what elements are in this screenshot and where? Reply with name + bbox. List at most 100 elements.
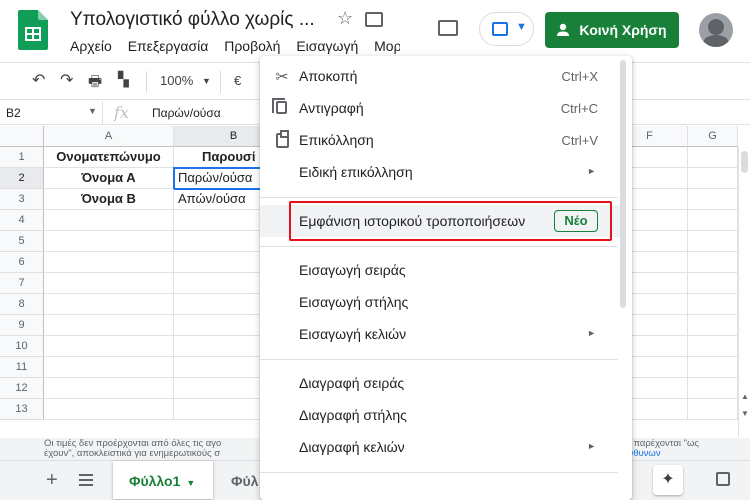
grid-cell[interactable] [688,168,738,189]
row-header-4[interactable]: 4 [0,210,44,231]
currency-format-button[interactable]: € [234,73,241,88]
grid-cell[interactable] [44,378,174,399]
column-header-g[interactable]: G [688,126,738,147]
context-menu: ✂ Αποκοπή Ctrl+X Αντιγραφή Ctrl+C Επικόλ… [260,56,632,500]
grid-cell[interactable] [688,273,738,294]
menu-item-delete-row[interactable]: Διαγραφή σειράς [260,367,620,399]
toolbar-divider [220,71,221,93]
scroll-down-icon[interactable]: ▼ [741,409,749,418]
cell-a3[interactable]: Όνομα Β [44,189,174,210]
cell-b2[interactable]: Παρών/ούσα [173,167,265,190]
cell-a2[interactable]: Όνομα Α [44,168,174,189]
row-header-10[interactable]: 10 [0,336,44,357]
grid-cell[interactable] [688,147,738,168]
print-icon[interactable]: 🖶 [88,71,102,96]
menu-view[interactable]: Προβολή [224,38,280,54]
zoom-chevron-down-icon[interactable]: ▼ [202,76,211,86]
grid-cell[interactable] [688,294,738,315]
chevron-down-icon[interactable]: ▼ [186,478,195,488]
present-button[interactable]: ▼ [479,12,534,46]
grid-cell[interactable] [44,210,174,231]
document-title[interactable]: Υπολογιστικό φύλλο χωρίς ... [70,9,315,31]
cell-b3[interactable]: Απών/ούσα [174,189,264,210]
menu-edit[interactable]: Επεξεργασία [128,38,209,54]
scroll-up-icon[interactable]: ▲ [741,392,749,401]
grid-cell[interactable] [44,315,174,336]
grid-cell[interactable] [688,357,738,378]
scrollbar-thumb[interactable] [741,151,748,173]
grid-cell[interactable] [688,210,738,231]
submenu-arrow-icon: ► [587,441,596,451]
grid-cell[interactable] [688,315,738,336]
undo-icon[interactable]: ↶ [32,70,45,90]
menu-item-cut-label: Αποκοπή [299,68,358,84]
comment-history-icon[interactable] [438,20,458,36]
name-box[interactable]: B2 [6,106,21,120]
row-header-11[interactable]: 11 [0,357,44,378]
row-header-13[interactable]: 13 [0,399,44,420]
tab-sheet1-label: Φύλλο1 [129,473,181,489]
menu-item-copy[interactable]: Αντιγραφή Ctrl+C [260,92,620,124]
row-header-3[interactable]: 3 [0,189,44,210]
grid-cell[interactable] [688,189,738,210]
row-header-9[interactable]: 9 [0,315,44,336]
formula-input[interactable]: Παρών/ούσα [152,106,221,120]
explore-icon[interactable]: ✦ [653,465,683,495]
redo-icon[interactable]: ↷ [60,70,73,90]
grid-cell[interactable] [44,273,174,294]
row-header-7[interactable]: 7 [0,273,44,294]
menu-item-cut[interactable]: ✂ Αποκοπή Ctrl+X [260,60,620,92]
menu-scrollbar[interactable] [620,60,626,308]
share-button[interactable]: Κοινή Χρήση [545,12,679,48]
row-header-12[interactable]: 12 [0,378,44,399]
grid-cell[interactable] [688,231,738,252]
grid-cell[interactable] [688,399,738,420]
side-panel-toggle-icon[interactable] [716,472,730,486]
tab-sheet1[interactable]: Φύλλο1 ▼ [113,461,213,499]
star-icon[interactable]: ☆ [337,8,353,29]
row-header-5[interactable]: 5 [0,231,44,252]
menu-item-copy-label: Αντιγραφή [299,100,364,116]
menu-item-insert-row[interactable]: Εισαγωγή σειράς [260,254,620,286]
grid-cell[interactable] [688,378,738,399]
grid-cell[interactable] [44,231,174,252]
paint-format-icon[interactable]: ▚ [118,71,129,88]
grid-cell[interactable] [44,399,174,420]
vertical-scrollbar[interactable]: ▲ ▼ [738,147,750,437]
disclaimer-link[interactable]: υθυνων [628,449,661,459]
move-to-folder-icon[interactable] [365,12,383,27]
grid-cell[interactable] [688,336,738,357]
tab-sheet2[interactable]: Φύλ [231,473,258,489]
menu-item-delete-column[interactable]: Διαγραφή στήλης [260,399,620,431]
menu-item-insert-cells[interactable]: Εισαγωγή κελιών ► [260,318,620,350]
grid-cell[interactable] [44,336,174,357]
avatar[interactable] [699,13,733,47]
grid-cell[interactable] [44,357,174,378]
zoom-select[interactable]: 100% [160,73,193,88]
column-header-a[interactable]: A [44,126,174,147]
add-sheet-button[interactable]: + [46,469,58,492]
all-sheets-list-icon[interactable] [79,474,93,486]
row-header-1[interactable]: 1 [0,147,44,168]
sheets-logo-icon[interactable] [18,10,48,50]
row-header-8[interactable]: 8 [0,294,44,315]
name-box-dropdown-icon[interactable]: ▼ [88,106,97,116]
menu-item-paste[interactable]: Επικόλληση Ctrl+V [260,124,620,156]
cell-b1[interactable]: Παρουσί [174,147,264,168]
grid-cell[interactable] [44,294,174,315]
menu-item-delete-cells[interactable]: Διαγραφή κελιών ► [260,431,620,463]
menu-item-cut-shortcut: Ctrl+X [561,69,598,84]
menu-file[interactable]: Αρχείο [70,38,112,54]
grid-cell[interactable] [44,252,174,273]
select-all-corner[interactable] [0,126,44,147]
menu-divider [260,246,618,247]
grid-cell[interactable] [688,252,738,273]
menu-insert[interactable]: Εισαγωγή [296,38,358,54]
menu-item-paste-special-label: Ειδική επικόλληση [299,164,413,180]
menu-format[interactable]: Μορ [374,38,401,54]
row-header-6[interactable]: 6 [0,252,44,273]
row-header-2[interactable]: 2 [0,168,44,189]
menu-item-paste-special[interactable]: Ειδική επικόλληση ► [260,156,620,188]
cell-a1[interactable]: Ονοματεπώνυμο [44,147,174,168]
menu-item-insert-column[interactable]: Εισαγωγή στήλης [260,286,620,318]
